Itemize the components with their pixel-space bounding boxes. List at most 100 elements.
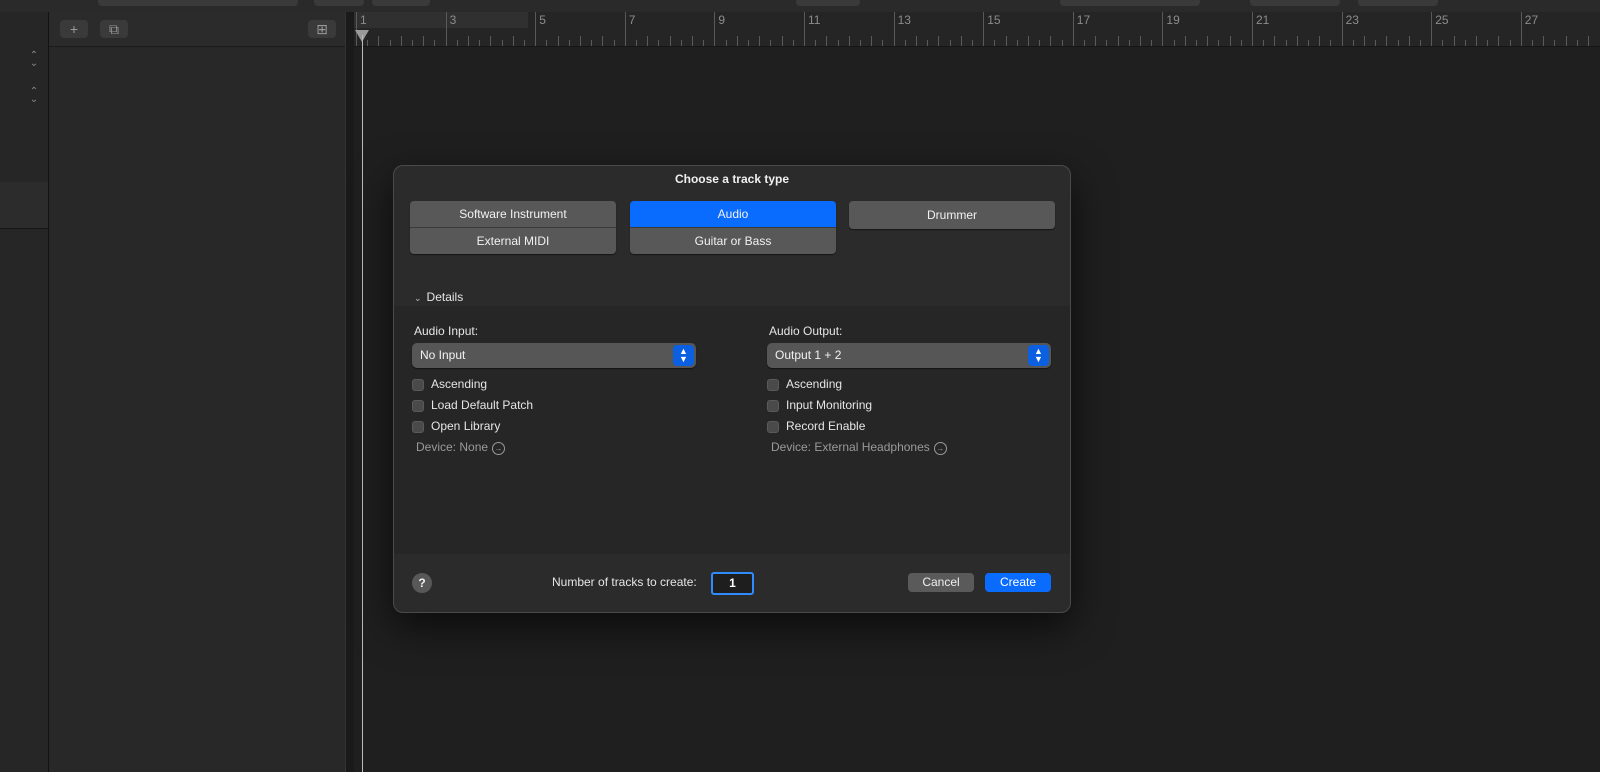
output-device-link[interactable]: Device: External Headphones → xyxy=(771,440,947,455)
beat-tick xyxy=(748,40,749,46)
beat-tick xyxy=(692,36,693,46)
beat-tick xyxy=(1330,40,1332,46)
dialog-title: Choose a track type xyxy=(674,172,790,186)
beat-tick xyxy=(613,40,615,46)
new-folder-button[interactable]: ⊞ xyxy=(308,20,336,38)
input-monitoring-option[interactable]: Input Monitoring xyxy=(767,397,872,413)
toolbar-segment[interactable] xyxy=(1060,0,1200,6)
bar-number: 25 xyxy=(1435,13,1449,27)
software-instrument-button[interactable]: Software Instrument xyxy=(410,201,616,228)
drummer-button[interactable]: Drummer xyxy=(849,201,1055,229)
external-midi-button[interactable]: External MIDI xyxy=(410,228,616,254)
beat-tick xyxy=(1352,40,1354,46)
beat-tick xyxy=(949,40,951,46)
input-option-ascending[interactable]: Ascending xyxy=(412,376,487,392)
beat-tick xyxy=(1588,36,1589,46)
beat-tick xyxy=(1274,36,1276,46)
checkbox[interactable] xyxy=(767,378,779,391)
beat-tick xyxy=(736,36,738,46)
guitar-or-bass-button[interactable]: Guitar or Bass xyxy=(630,228,836,254)
bar-tick xyxy=(1162,12,1164,46)
beat-tick xyxy=(412,40,413,46)
beat-tick xyxy=(960,36,962,46)
beat-tick xyxy=(400,36,402,46)
bar-tick xyxy=(1520,12,1522,46)
checkbox[interactable] xyxy=(412,420,424,433)
bar-tick xyxy=(1072,12,1074,46)
beat-tick xyxy=(1184,36,1186,46)
checkbox[interactable] xyxy=(767,399,779,412)
toolbar-segment[interactable] xyxy=(796,0,860,6)
output-option-ascending[interactable]: Ascending xyxy=(767,376,842,392)
audio-button[interactable]: Audio xyxy=(630,201,836,228)
bar-number: 21 xyxy=(1256,13,1270,27)
toolbar-segment[interactable] xyxy=(314,0,364,6)
checkbox[interactable] xyxy=(412,399,424,412)
audio-input-popup[interactable]: No Input ▲ ▼ xyxy=(412,343,696,368)
audio-output-label: Audio Output: xyxy=(769,324,843,338)
bar-number: 1 xyxy=(360,13,367,27)
input-device-link[interactable]: Device: None → xyxy=(416,440,506,455)
beat-tick xyxy=(602,36,604,46)
option-label: Load Default Patch xyxy=(431,398,534,412)
audio-output-popup[interactable]: Output 1 + 2 ▲ ▼ xyxy=(767,343,1051,368)
beat-tick xyxy=(1016,40,1018,46)
checkbox[interactable] xyxy=(767,420,779,433)
record-enable-option[interactable]: Record Enable xyxy=(767,418,865,434)
checkbox[interactable] xyxy=(412,378,424,391)
bar-tick xyxy=(893,12,895,46)
beat-tick xyxy=(636,40,637,46)
load-default-patch-option[interactable]: Load Default Patch xyxy=(412,397,533,413)
plus-icon: + xyxy=(69,21,79,37)
duplicate-track-button[interactable]: ⧉ xyxy=(100,20,128,38)
beat-tick xyxy=(1319,36,1321,46)
bar-tick xyxy=(714,12,716,46)
stepper-icon[interactable]: ⌃ ⌄ xyxy=(28,87,40,105)
beat-tick xyxy=(1106,40,1108,46)
beat-tick xyxy=(1498,36,1500,46)
beat-tick xyxy=(972,40,973,46)
audio-output-value: Output 1 + 2 xyxy=(775,348,842,362)
beat-tick xyxy=(658,40,660,46)
track-header-panel: + ⧉ ⊞ xyxy=(49,12,345,772)
arrow-circle-icon[interactable]: → xyxy=(933,442,947,455)
bar-tick xyxy=(624,12,626,46)
beat-tick xyxy=(1487,40,1489,46)
beat-tick xyxy=(815,40,817,46)
stepper-icon[interactable]: ⌃ ⌄ xyxy=(28,51,40,69)
audio-input-value: No Input xyxy=(420,348,466,362)
beat-tick xyxy=(1576,40,1578,46)
beat-tick xyxy=(647,36,649,46)
beat-tick xyxy=(490,36,492,46)
beat-tick xyxy=(994,40,996,46)
beat-tick xyxy=(568,40,570,46)
cycle-region[interactable] xyxy=(354,12,528,28)
beat-tick xyxy=(1128,40,1130,46)
create-button[interactable]: Create xyxy=(985,573,1051,592)
toolbar-segment[interactable] xyxy=(98,0,298,6)
option-label: Input Monitoring xyxy=(786,398,873,412)
panel-divider[interactable] xyxy=(345,12,354,772)
bar-ruler[interactable]: 1 3 5 7 9 11 13 15 17 19 21 23 25 27 xyxy=(354,12,1600,47)
help-button[interactable]: ? xyxy=(412,573,432,593)
beat-tick xyxy=(725,40,727,46)
toolbar-segment[interactable] xyxy=(372,0,430,6)
beat-tick xyxy=(389,40,391,46)
chevron-down-icon: ⌄ xyxy=(414,293,422,303)
add-track-button[interactable]: + xyxy=(60,20,88,38)
bar-tick xyxy=(1431,12,1433,46)
track-count-input[interactable]: 1 xyxy=(711,572,754,595)
open-library-option[interactable]: Open Library xyxy=(412,418,500,434)
beat-tick xyxy=(1420,40,1421,46)
arrow-circle-icon[interactable]: → xyxy=(492,442,506,455)
beat-tick xyxy=(512,36,514,46)
beat-tick xyxy=(456,40,458,46)
details-panel: Audio Input: No Input ▲ ▼ Ascending Load … xyxy=(394,306,1070,554)
cancel-button[interactable]: Cancel xyxy=(908,573,974,592)
device-label: Device: None xyxy=(416,440,489,454)
beat-tick xyxy=(1532,40,1533,46)
toolbar-segment[interactable] xyxy=(1250,0,1340,6)
bar-number: 11 xyxy=(808,13,821,27)
details-disclosure[interactable]: ⌄ Details xyxy=(414,290,463,304)
toolbar-segment[interactable] xyxy=(1358,0,1438,6)
